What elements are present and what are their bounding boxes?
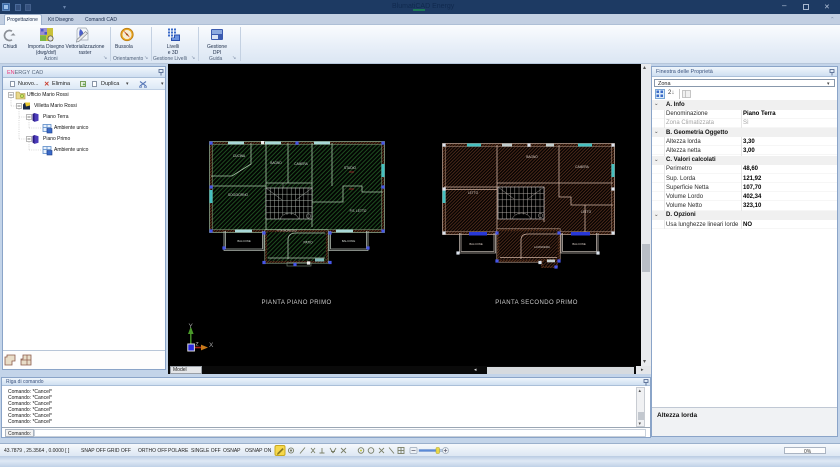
svg-text:STUDIO: STUDIO: [344, 166, 357, 170]
svg-text:BALCONE: BALCONE: [469, 242, 483, 246]
svg-text:PIANTA PIANO PRIMO: PIANTA PIANO PRIMO: [262, 300, 332, 306]
svg-text:BALCONE: BALCONE: [237, 239, 251, 243]
svg-text:BAGNO: BAGNO: [526, 155, 538, 159]
svg-text:X: X: [209, 342, 214, 349]
svg-text:LETTO: LETTO: [468, 191, 479, 195]
svg-text:CAMERA: CAMERA: [294, 162, 309, 166]
svg-text:BALCONE: BALCONE: [572, 242, 586, 246]
svg-text:P.TA INGRESSO: P.TA INGRESSO: [277, 228, 297, 232]
svg-text:Y: Y: [189, 323, 194, 330]
svg-text:PATIO: PATIO: [303, 241, 313, 245]
svg-text:P.S. LETTO: P.S. LETTO: [350, 209, 367, 213]
svg-text:z: z: [196, 341, 199, 348]
svg-text:SOGGIORNO: SOGGIORNO: [228, 193, 249, 197]
svg-text:BAGNO: BAGNO: [270, 161, 282, 165]
svg-text:LAVANDERIA: LAVANDERIA: [534, 245, 550, 249]
svg-text:PIANTA SECONDO PRIMO: PIANTA SECONDO PRIMO: [495, 300, 578, 306]
svg-text:BALCONE: BALCONE: [342, 239, 356, 243]
svg-text:CUCINA: CUCINA: [233, 154, 246, 158]
svg-text:CAMERA: CAMERA: [575, 165, 590, 169]
svg-text:LETTO: LETTO: [581, 210, 592, 214]
